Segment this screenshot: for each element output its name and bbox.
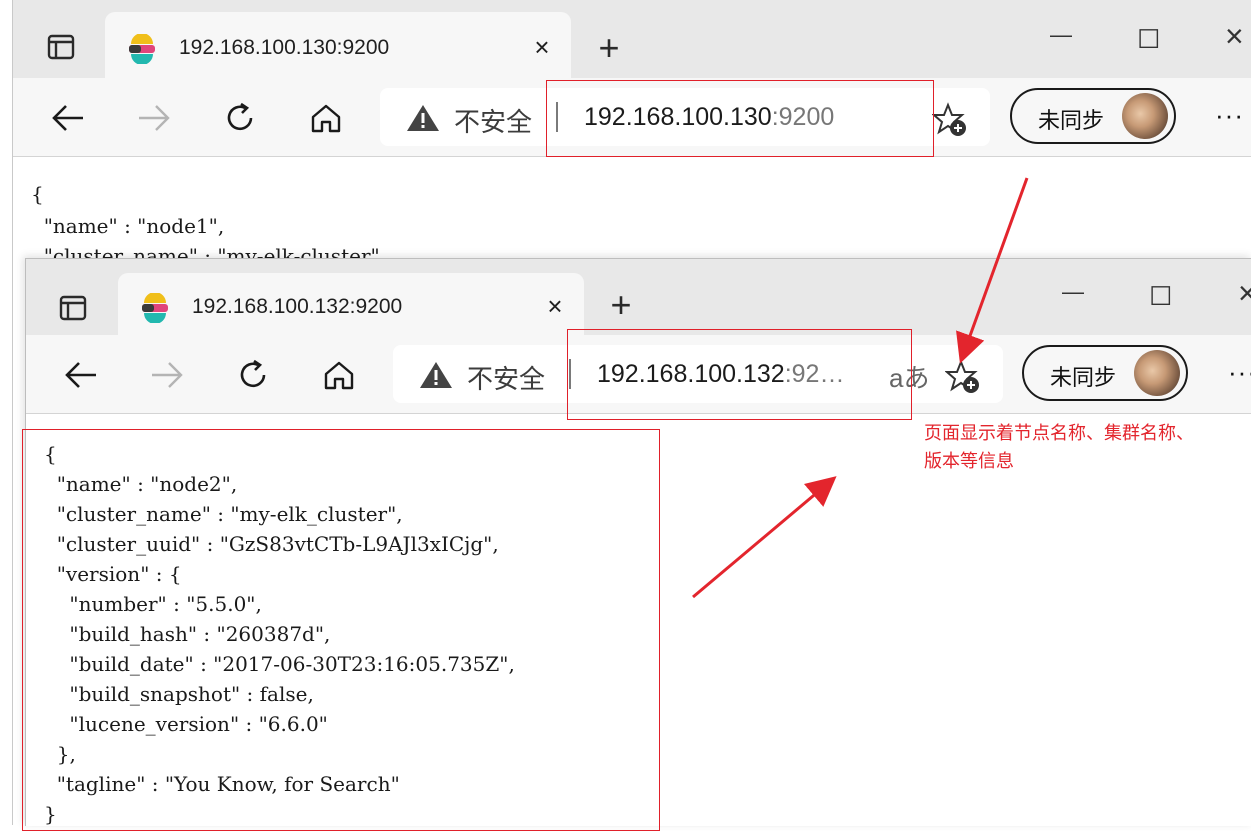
arrow-to-json bbox=[692, 476, 837, 599]
annotation-arrows bbox=[692, 177, 1029, 599]
arrow-to-back-url bbox=[956, 177, 1029, 364]
